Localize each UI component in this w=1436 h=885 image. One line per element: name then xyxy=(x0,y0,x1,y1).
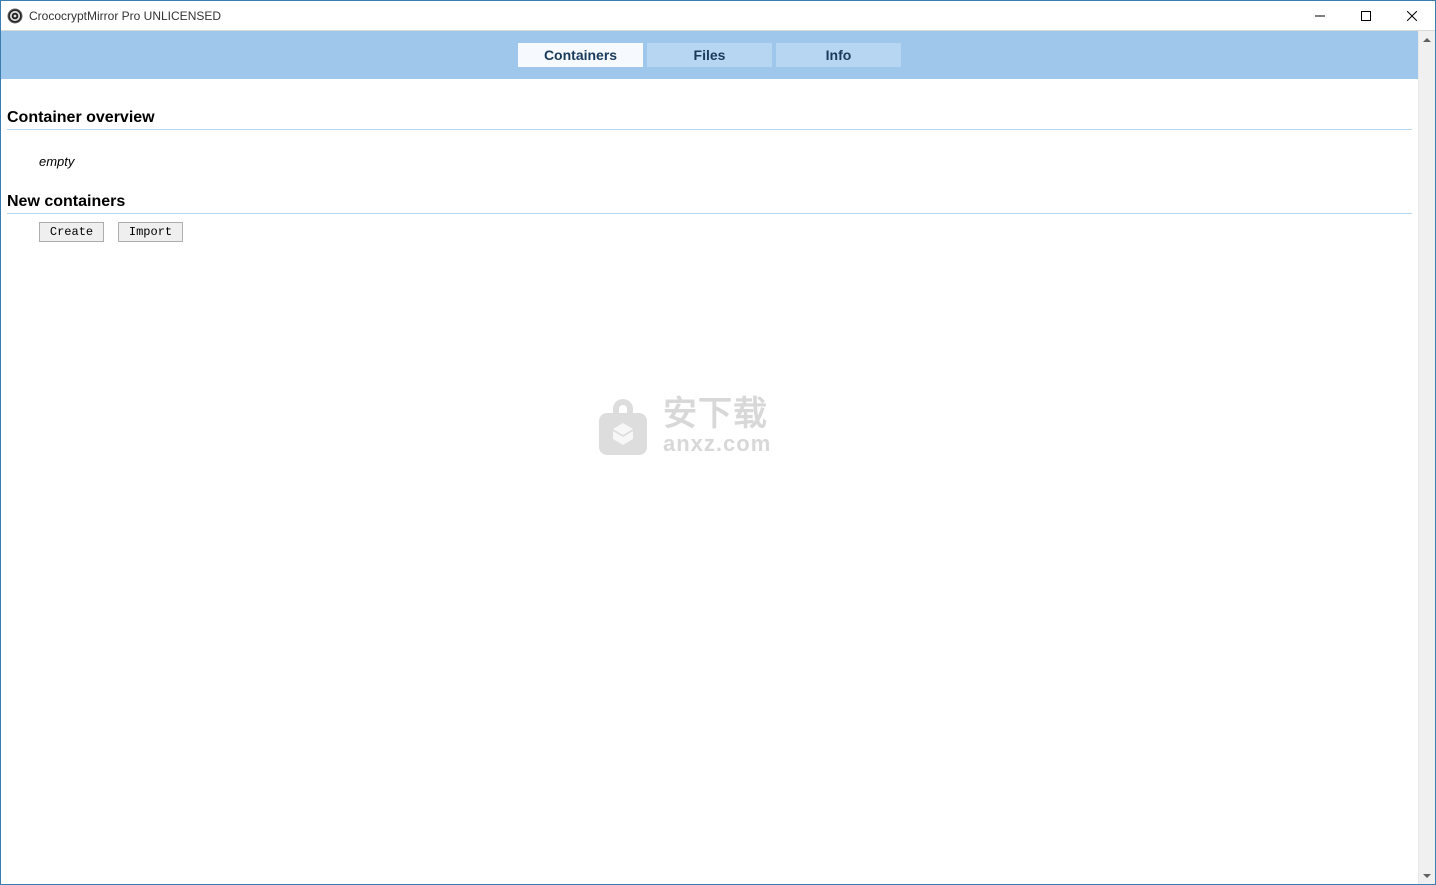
create-button[interactable]: Create xyxy=(39,222,104,242)
tab-containers[interactable]: Containers xyxy=(518,43,643,67)
tab-label: Files xyxy=(694,47,726,63)
window-title: CrococryptMirror Pro UNLICENSED xyxy=(29,9,221,23)
minimize-icon xyxy=(1315,11,1325,21)
content-wrapper: Containers Files Info Container overview… xyxy=(1,31,1418,884)
scroll-up-arrow-icon[interactable] xyxy=(1419,31,1435,48)
page-content: Container overview empty New containers … xyxy=(1,79,1418,884)
new-containers-heading: New containers xyxy=(7,193,1412,211)
client-area: Containers Files Info Container overview… xyxy=(1,31,1435,884)
button-label: Import xyxy=(129,225,172,239)
overview-section: empty xyxy=(7,129,1412,169)
overview-heading: Container overview xyxy=(7,109,1412,127)
close-icon xyxy=(1407,11,1417,21)
window-controls xyxy=(1297,1,1435,30)
scroll-down-arrow-icon[interactable] xyxy=(1419,867,1435,884)
app-icon xyxy=(7,8,23,24)
maximize-icon xyxy=(1361,11,1371,21)
scroll-track[interactable] xyxy=(1419,48,1435,867)
close-button[interactable] xyxy=(1389,1,1435,30)
maximize-button[interactable] xyxy=(1343,1,1389,30)
button-row: Create Import xyxy=(7,214,1412,242)
app-window: CrococryptMirror Pro UNLICENSED Containe… xyxy=(0,0,1436,885)
minimize-button[interactable] xyxy=(1297,1,1343,30)
tab-info[interactable]: Info xyxy=(776,43,901,67)
import-button[interactable]: Import xyxy=(118,222,183,242)
vertical-scrollbar[interactable] xyxy=(1418,31,1435,884)
tab-label: Containers xyxy=(544,47,617,63)
overview-empty-text: empty xyxy=(39,154,1412,169)
new-containers-section: Create Import xyxy=(7,213,1412,242)
tab-files[interactable]: Files xyxy=(647,43,772,67)
button-label: Create xyxy=(50,225,93,239)
tabbar: Containers Files Info xyxy=(1,31,1418,79)
titlebar: CrococryptMirror Pro UNLICENSED xyxy=(1,1,1435,31)
tab-label: Info xyxy=(826,47,852,63)
